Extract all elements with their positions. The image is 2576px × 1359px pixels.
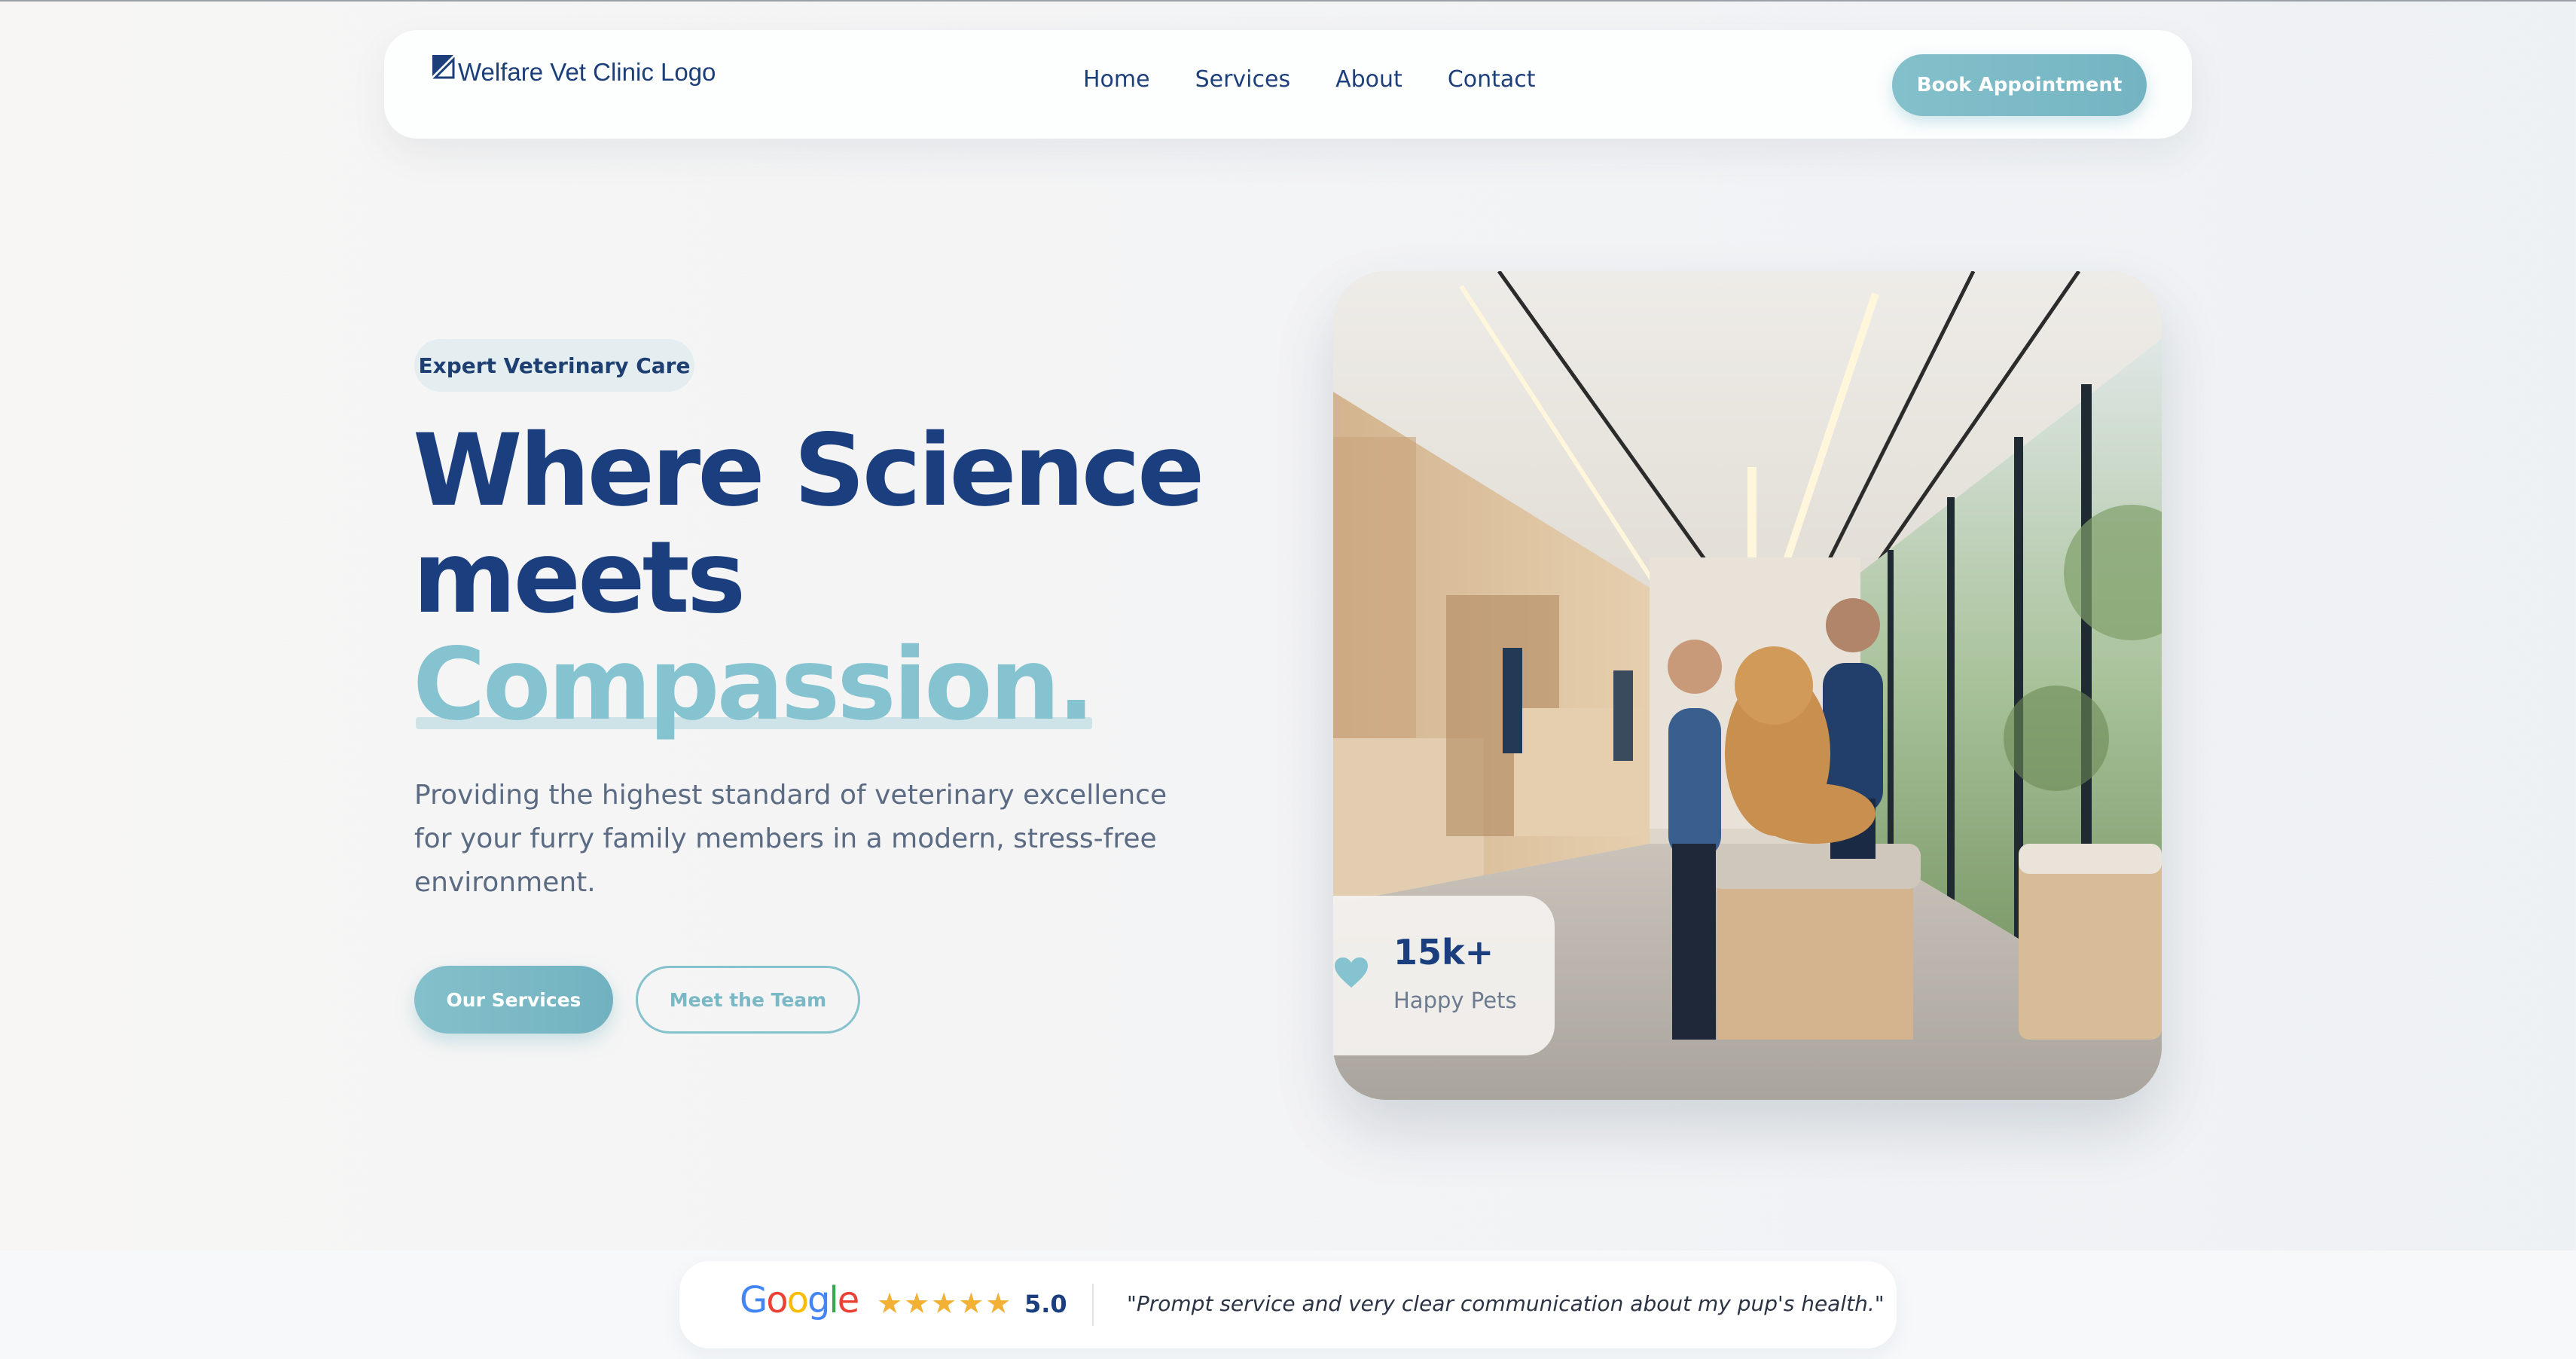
broken-image-icon [432, 55, 455, 79]
headline-accent: Compassion. [413, 627, 1095, 743]
stat-label: Happy Pets [1393, 988, 1517, 1013]
stat-value: 15k+ [1393, 932, 1494, 973]
meet-the-team-button[interactable]: Meet the Team [636, 966, 860, 1034]
star-rating-icons: ★★★★★ [877, 1287, 1013, 1320]
nav-link-services[interactable]: Services [1195, 66, 1291, 93]
our-services-button[interactable]: Our Services [414, 966, 613, 1034]
heart-icon [1335, 957, 1368, 988]
clinic-logo[interactable]: Welfare Vet Clinic Logo [431, 48, 716, 96]
hero-badge: Expert Veterinary Care [414, 339, 694, 392]
nav-link-contact[interactable]: Contact [1448, 66, 1536, 93]
headline-line-1: Where Science [413, 413, 1205, 529]
google-review-card: Google ★★★★★ 5.0 "Prompt service and ver… [679, 1261, 1897, 1348]
logo-alt-text: Welfare Vet Clinic Logo [458, 58, 716, 86]
google-logo: Google [740, 1279, 859, 1321]
review-divider [1092, 1284, 1094, 1326]
top-navigation: Welfare Vet Clinic Logo Home Services Ab… [384, 30, 2192, 139]
nav-link-home[interactable]: Home [1083, 66, 1150, 93]
review-quote: "Prompt service and very clear communica… [1127, 1291, 1885, 1316]
happy-pets-stat-card: 15k+ Happy Pets [1333, 896, 1555, 1055]
book-appointment-button[interactable]: Book Appointment [1892, 54, 2147, 116]
rating-value: 5.0 [1024, 1290, 1067, 1318]
main-menu: Home Services About Contact [1083, 66, 1536, 93]
hero-headline: Where Science meets Compassion. [413, 417, 1205, 743]
headline-line-2: meets [413, 520, 746, 636]
nav-link-about[interactable]: About [1335, 66, 1402, 93]
hero-description: Providing the highest standard of veteri… [414, 780, 1167, 898]
